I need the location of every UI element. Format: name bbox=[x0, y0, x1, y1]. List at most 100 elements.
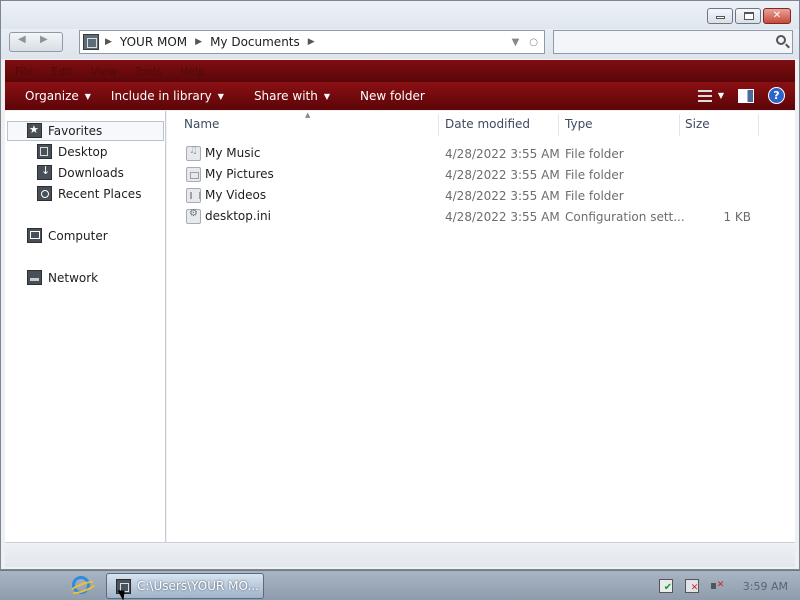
nav-downloads[interactable]: Downloads bbox=[37, 164, 124, 180]
close-icon: ✕ bbox=[772, 10, 782, 21]
nav-favorites-label: Favorites bbox=[48, 123, 103, 138]
file-row[interactable]: My Videos 4/28/2022 3:55 AM File folder bbox=[167, 185, 795, 206]
include-in-library-label: Include in library bbox=[110, 89, 212, 103]
sort-ascending-icon: ▲ bbox=[305, 111, 311, 119]
file-row[interactable]: desktop.ini 4/28/2022 3:55 AM Configurat… bbox=[167, 206, 795, 227]
file-name: desktop.ini bbox=[205, 209, 271, 223]
file-name: My Music bbox=[205, 146, 261, 160]
music-folder-icon bbox=[186, 145, 201, 161]
new-folder-label: New folder bbox=[360, 89, 425, 103]
nav-computer-label: Computer bbox=[48, 228, 108, 243]
file-type: Configuration sett... bbox=[565, 210, 685, 224]
nav-downloads-label: Downloads bbox=[58, 165, 124, 180]
nav-recent-places-label: Recent Places bbox=[58, 186, 142, 201]
explorer-window: ✕ ◀ ▶ ▶ YOUR MOM ▶ My Documents ▶ ▼ ○ Fi… bbox=[0, 0, 800, 570]
volume-muted-icon[interactable] bbox=[710, 579, 724, 593]
file-row[interactable]: My Pictures 4/28/2022 3:55 AM File folde… bbox=[167, 164, 795, 185]
file-date-modified: 4/28/2022 3:55 AM bbox=[445, 189, 560, 203]
search-icon[interactable] bbox=[776, 35, 786, 45]
file-name: My Pictures bbox=[205, 167, 274, 181]
pictures-folder-icon bbox=[186, 167, 201, 182]
address-bar-controls: ▼ ○ bbox=[512, 37, 538, 48]
computer-icon bbox=[27, 228, 42, 243]
include-in-library-button[interactable]: Include in library ▼ bbox=[111, 89, 224, 103]
nav-recent-places[interactable]: Recent Places bbox=[37, 186, 141, 201]
column-divider[interactable] bbox=[438, 114, 439, 136]
network-icon bbox=[27, 270, 42, 285]
file-row[interactable]: My Music 4/28/2022 3:55 AM File folder bbox=[167, 143, 795, 164]
menu-view[interactable]: View bbox=[91, 65, 117, 78]
action-center-icon[interactable] bbox=[658, 579, 673, 593]
views-dropdown-icon[interactable]: ▼ bbox=[718, 91, 724, 100]
organize-button[interactable]: Organize ▼ bbox=[25, 89, 91, 103]
share-with-button[interactable]: Share with ▼ bbox=[254, 89, 330, 103]
chevron-down-icon: ▼ bbox=[323, 91, 330, 101]
menu-tools[interactable]: Tools bbox=[135, 65, 162, 78]
breadcrumb-my-documents[interactable]: My Documents bbox=[210, 35, 300, 49]
refresh-icon[interactable]: ○ bbox=[529, 37, 538, 48]
column-divider[interactable] bbox=[558, 114, 559, 136]
chevron-down-icon: ▼ bbox=[84, 91, 91, 101]
column-divider[interactable] bbox=[679, 114, 680, 136]
file-list: ▲ Name Date modified Type Size My Music … bbox=[167, 111, 795, 542]
new-folder-button[interactable]: New folder bbox=[360, 89, 425, 103]
column-header-size[interactable]: Size bbox=[685, 117, 710, 135]
file-type: File folder bbox=[565, 147, 624, 161]
nav-network[interactable]: Network bbox=[27, 270, 98, 285]
recent-places-icon bbox=[37, 186, 52, 201]
taskbar-window-label: C:\Users\YOUR MO... bbox=[137, 579, 259, 593]
breadcrumb-chevron-icon[interactable]: ▶ bbox=[105, 37, 112, 47]
file-date-modified: 4/28/2022 3:55 AM bbox=[445, 147, 560, 161]
breadcrumb-chevron-icon[interactable]: ▶ bbox=[195, 37, 202, 47]
menu-help[interactable]: Help bbox=[180, 65, 205, 78]
command-bar: Organize ▼ Include in library ▼ Share with… bbox=[5, 82, 795, 110]
command-bar-right: ▼ ? bbox=[697, 87, 785, 104]
maximize-button[interactable] bbox=[735, 8, 761, 24]
menu-bar: File Edit View Tools Help bbox=[5, 60, 795, 82]
star-icon bbox=[27, 123, 42, 138]
preview-pane-icon[interactable] bbox=[738, 88, 754, 103]
forward-arrow-icon[interactable]: ▶ bbox=[40, 34, 48, 45]
title-bar[interactable]: ✕ bbox=[1, 1, 799, 29]
navigation-pane: Favorites Desktop Downloads Recent Place… bbox=[5, 111, 166, 542]
taskbar-window-button[interactable]: C:\Users\YOUR MO... bbox=[106, 573, 264, 599]
nav-desktop[interactable]: Desktop bbox=[37, 144, 108, 159]
column-header-name[interactable]: Name bbox=[184, 117, 219, 135]
clock[interactable]: 3:59 AM bbox=[743, 580, 788, 593]
minimize-button[interactable] bbox=[707, 8, 733, 24]
back-arrow-icon[interactable]: ◀ bbox=[18, 34, 26, 45]
system-tray: 3:59 AM bbox=[658, 575, 800, 597]
back-forward-buttons[interactable]: ◀ ▶ bbox=[9, 32, 63, 52]
nav-desktop-label: Desktop bbox=[58, 144, 108, 159]
address-dropdown-icon[interactable]: ▼ bbox=[512, 37, 520, 48]
column-header-type[interactable]: Type bbox=[565, 117, 593, 135]
breadcrumb-chevron-icon[interactable]: ▶ bbox=[308, 37, 315, 47]
search-input[interactable] bbox=[553, 30, 793, 54]
column-divider[interactable] bbox=[758, 114, 759, 136]
videos-folder-icon bbox=[186, 188, 201, 203]
desktop-icon bbox=[37, 144, 52, 159]
organize-label: Organize bbox=[25, 89, 79, 103]
file-type: File folder bbox=[565, 189, 624, 203]
file-type: File folder bbox=[565, 168, 624, 182]
nav-favorites[interactable]: Favorites bbox=[27, 123, 102, 138]
maximize-icon bbox=[744, 12, 754, 20]
share-with-label: Share with bbox=[253, 89, 318, 103]
file-date-modified: 4/28/2022 3:55 AM bbox=[445, 210, 560, 224]
menu-edit[interactable]: Edit bbox=[51, 65, 72, 78]
file-size: 1 KB bbox=[723, 210, 751, 224]
column-header-date-modified[interactable]: Date modified bbox=[445, 117, 530, 135]
nav-computer[interactable]: Computer bbox=[27, 228, 108, 243]
views-icon[interactable] bbox=[697, 89, 712, 102]
internet-explorer-icon[interactable] bbox=[72, 576, 90, 594]
close-button[interactable]: ✕ bbox=[763, 8, 791, 24]
breadcrumb-your-mom[interactable]: YOUR MOM bbox=[120, 35, 187, 49]
address-bar[interactable]: ▶ YOUR MOM ▶ My Documents ▶ ▼ ○ bbox=[79, 30, 545, 54]
chevron-down-icon: ▼ bbox=[217, 91, 224, 101]
downloads-icon bbox=[37, 164, 52, 180]
caption-buttons: ✕ bbox=[707, 8, 791, 24]
minimize-icon bbox=[716, 16, 725, 19]
menu-file[interactable]: File bbox=[15, 65, 33, 78]
network-disconnected-icon[interactable] bbox=[684, 579, 699, 593]
help-icon[interactable]: ? bbox=[768, 87, 785, 104]
